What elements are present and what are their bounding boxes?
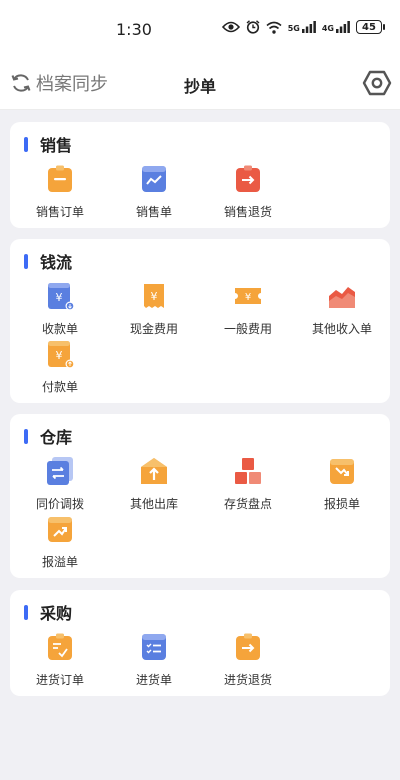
battery-level: 45	[362, 21, 376, 33]
purchase-return-icon	[236, 633, 260, 660]
sales-return-button[interactable]: 销售退货	[202, 164, 294, 220]
eye-icon	[221, 21, 240, 33]
stocktake-icon	[235, 458, 261, 484]
alarm-icon	[246, 20, 260, 34]
general-expense-icon: ¥	[235, 288, 261, 304]
gear-icon[interactable]	[362, 68, 392, 98]
section-title-text: 销售	[40, 136, 73, 155]
item-label: 报溢单	[41, 555, 78, 569]
transfer-icon	[47, 457, 73, 485]
status-icons: 5G 4G 45	[221, 20, 385, 34]
item-label: 其他出库	[129, 497, 178, 511]
purchase-return-button[interactable]: 进货退货	[202, 632, 294, 688]
item-label: 现金费用	[129, 322, 178, 336]
svg-text:¥: ¥	[56, 349, 63, 362]
other-outbound-icon	[141, 458, 167, 484]
other-income-button[interactable]: 其他收入单	[296, 281, 388, 337]
purchase-order-button[interactable]: 进货订单	[14, 632, 106, 688]
item-label: 付款单	[41, 380, 78, 394]
item-label: 销售退货	[223, 205, 272, 219]
item-label: 收款单	[41, 322, 78, 336]
purchase-bill-button[interactable]: 进货单	[108, 632, 200, 688]
loss-report-icon	[330, 459, 354, 484]
section-accent-bar	[24, 136, 28, 152]
section-title: 销售	[24, 132, 72, 156]
section-sales: 销售 销售订单 销售单 销售退货	[10, 122, 390, 228]
item-label: 进货单	[135, 673, 172, 687]
payment-button[interactable]: ¥ 付款单	[14, 339, 106, 395]
svg-text:¥: ¥	[245, 292, 251, 303]
battery-icon: 45	[356, 20, 385, 34]
item-label: 一般费用	[223, 322, 272, 336]
overflow-report-button[interactable]: 报溢单	[14, 514, 106, 570]
status-bar: 1:30 5G 4G 45	[0, 0, 400, 60]
item-label: 销售单	[135, 205, 172, 219]
section-title-text: 钱流	[40, 253, 73, 272]
svg-text:¥: ¥	[56, 291, 63, 304]
receipt-icon: ¥	[48, 283, 75, 311]
sales-bill-icon	[142, 166, 166, 192]
section-accent-bar	[24, 428, 28, 444]
section-accent-bar	[24, 253, 28, 269]
section-warehouse: 仓库 同价调拨 其他出库 存货盘点 报损单 报溢单	[10, 414, 390, 578]
page-title: 抄单	[183, 77, 216, 96]
signal-5g-label: 5G	[287, 24, 300, 33]
signal-4g-icon: 4G	[322, 21, 350, 33]
loss-report-button[interactable]: 报损单	[296, 456, 388, 512]
item-label: 同价调拨	[35, 497, 84, 511]
section-title: 钱流	[24, 249, 72, 273]
section-title-text: 采购	[40, 604, 73, 623]
item-label: 销售订单	[35, 205, 84, 219]
other-outbound-button[interactable]: 其他出库	[108, 456, 200, 512]
sales-order-button[interactable]: 销售订单	[14, 164, 106, 220]
sales-order-icon	[48, 165, 72, 192]
section-title-text: 仓库	[40, 428, 73, 447]
top-bar: 档案同步 抄单	[0, 60, 400, 110]
stocktake-button[interactable]: 存货盘点	[202, 456, 294, 512]
receipt-button[interactable]: ¥ 收款单	[14, 281, 106, 337]
sales-return-icon	[236, 165, 260, 192]
item-label: 进货退货	[223, 673, 272, 687]
item-label: 进货订单	[35, 673, 84, 687]
signal-4g-label: 4G	[321, 24, 334, 33]
other-income-icon	[329, 287, 355, 308]
section-accent-bar	[24, 604, 28, 620]
payment-icon: ¥	[48, 341, 75, 369]
purchase-bill-icon	[142, 634, 166, 660]
cash-expense-button[interactable]: ¥ 现金费用	[108, 281, 200, 337]
item-label: 其他收入单	[311, 322, 372, 336]
item-label: 存货盘点	[223, 497, 272, 511]
purchase-order-icon	[48, 633, 72, 660]
status-time: 1:30	[116, 20, 152, 39]
item-label: 报损单	[323, 497, 360, 511]
section-title: 仓库	[24, 424, 72, 448]
transfer-button[interactable]: 同价调拨	[14, 456, 106, 512]
section-purchase: 采购 进货订单 进货单 进货退货	[10, 590, 390, 696]
signal-5g-icon: 5G	[288, 21, 316, 33]
section-title: 采购	[24, 600, 72, 624]
general-expense-button[interactable]: ¥ 一般费用	[202, 281, 294, 337]
overflow-report-icon	[48, 517, 72, 542]
svg-text:¥: ¥	[151, 290, 158, 303]
sales-bill-button[interactable]: 销售单	[108, 164, 200, 220]
cash-expense-icon: ¥	[144, 284, 164, 308]
section-cashflow: 钱流 ¥ 收款单 ¥ 现金费用 ¥ 一般费用 其他收入单 ¥ 付款单	[10, 239, 390, 403]
wifi-icon	[266, 21, 282, 34]
